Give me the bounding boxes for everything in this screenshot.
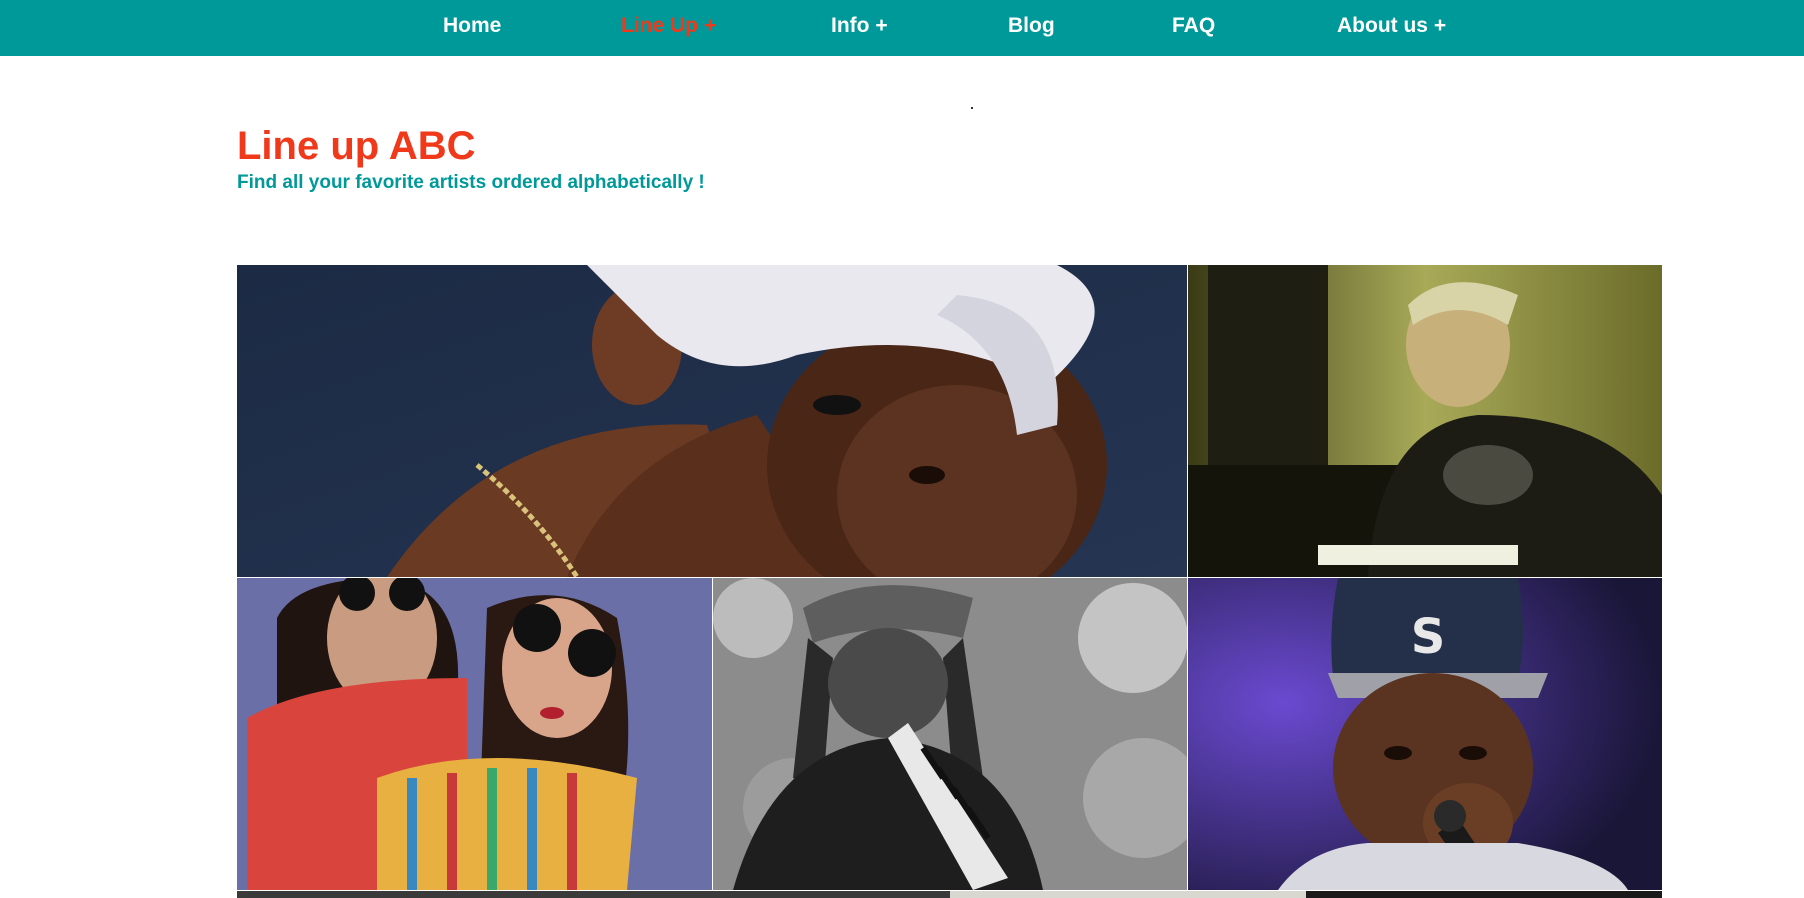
nav-about-us[interactable]: About us +: [1337, 12, 1446, 40]
page-title: Line up ABC: [237, 124, 476, 168]
rapper-microphone-photo: S: [1188, 578, 1662, 890]
nav-home[interactable]: Home: [443, 12, 501, 40]
nav-faq[interactable]: FAQ: [1172, 12, 1215, 40]
artist-tile-duo-sunglasses[interactable]: [237, 578, 712, 890]
nav-info[interactable]: Info +: [831, 12, 888, 40]
artist-tile-next-row-right[interactable]: [1306, 891, 1662, 898]
artist-tile-rapper-microphone[interactable]: S: [1188, 578, 1662, 890]
artist-tile-melodica-player[interactable]: [713, 578, 1187, 890]
stray-dot: [971, 107, 973, 109]
artist-tile-next-row-middle[interactable]: [950, 891, 1306, 898]
nav-line-up[interactable]: Line Up +: [621, 12, 716, 40]
svg-text:S: S: [1411, 609, 1446, 665]
main-navbar: Home Line Up + Info + Blog FAQ About us …: [0, 0, 1804, 56]
nav-blog[interactable]: Blog: [1008, 12, 1055, 40]
melodica-player-photo: [713, 578, 1187, 890]
artist-tile-musician-keyboard[interactable]: [1188, 265, 1662, 577]
musician-keyboard-photo: [1188, 265, 1662, 577]
artist-tile-portrait-bandana[interactable]: [237, 265, 1187, 577]
page-subtitle: Find all your favorite artists ordered a…: [237, 172, 705, 193]
portrait-bandana-photo: [237, 265, 1187, 577]
duo-sunglasses-photo: [237, 578, 712, 890]
artist-tile-next-row-left[interactable]: [237, 891, 950, 898]
